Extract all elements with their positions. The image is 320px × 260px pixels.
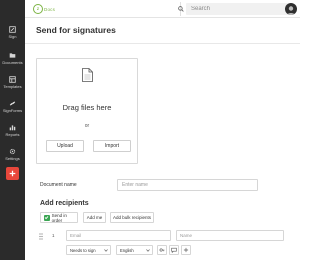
- plus-icon: [183, 247, 189, 253]
- send-in-order-toggle[interactable]: Send in order: [40, 212, 78, 223]
- top-bar: Z Docs: [25, 0, 300, 18]
- check-icon: [44, 216, 49, 220]
- logo-text: Docs: [44, 6, 56, 12]
- chevron-down-icon: [146, 249, 150, 252]
- add-new-button[interactable]: [6, 167, 19, 180]
- sidebar-item-label: Settings: [5, 155, 20, 161]
- recipient-settings-button[interactable]: [157, 245, 167, 255]
- recipient-message-button[interactable]: [169, 245, 179, 255]
- search-box[interactable]: [186, 3, 290, 15]
- document-name-label: Document name: [40, 182, 77, 188]
- recipient-number: 1: [52, 233, 55, 238]
- import-button[interactable]: Import: [93, 140, 131, 152]
- recipient-name-input[interactable]: [176, 230, 284, 241]
- add-recipients-title: Add recipients: [40, 200, 89, 207]
- logo-mark-icon: Z: [33, 4, 43, 14]
- checkbox-checked[interactable]: [44, 214, 50, 221]
- key-icon: [159, 248, 165, 252]
- sidebar-item-label: SignForms: [2, 107, 23, 113]
- app-logo[interactable]: Z Docs: [33, 4, 55, 14]
- chevron-down-icon: [104, 249, 108, 252]
- sidebar-item-label: Documents: [2, 59, 23, 65]
- search-input[interactable]: [191, 4, 286, 14]
- recipient-role-select[interactable]: Needs to sign: [66, 245, 111, 255]
- folder-icon: [9, 52, 16, 58]
- drag-handle-icon[interactable]: [39, 233, 43, 240]
- app-window: Sign Documents Templates SignForms Repor…: [0, 0, 300, 260]
- sidebar-item-templates[interactable]: Templates: [0, 72, 25, 92]
- sidebar-item-signforms[interactable]: SignForms: [0, 96, 25, 116]
- add-bulk-recipients-button[interactable]: Add bulk recipients: [110, 212, 154, 223]
- sidebar-item-reports[interactable]: Reports: [0, 120, 25, 140]
- template-icon: [9, 75, 16, 83]
- gear-icon: [9, 148, 16, 154]
- document-name-input[interactable]: [117, 179, 258, 191]
- sidebar-item-label: Sign: [8, 33, 17, 39]
- link-icon: [9, 101, 16, 105]
- recipient-email-input[interactable]: [66, 230, 171, 241]
- sidebar: Sign Documents Templates SignForms Repor…: [0, 0, 25, 260]
- recipient-language-value: English: [120, 247, 134, 253]
- file-drop-zone[interactable]: Drag files here or Upload Import: [36, 58, 138, 164]
- recipient-more-button[interactable]: [181, 245, 191, 255]
- avatar[interactable]: [285, 3, 297, 15]
- sidebar-item-documents[interactable]: Documents: [0, 48, 25, 68]
- document-icon: [82, 68, 93, 82]
- divider: [25, 43, 300, 44]
- add-me-button[interactable]: Add me: [83, 212, 106, 223]
- drag-files-text: Drag files here: [62, 103, 112, 112]
- page-title: Send for signatures: [36, 25, 116, 35]
- message-icon: [171, 247, 177, 253]
- upload-button[interactable]: Upload: [46, 140, 84, 152]
- recipient-row: 1 Needs to sign English: [38, 229, 284, 260]
- user-icon: [286, 6, 296, 15]
- recipient-role-value: Needs to sign: [70, 247, 96, 253]
- search-icon: [178, 6, 184, 12]
- recipient-language-select[interactable]: English: [116, 245, 153, 255]
- sidebar-item-label: Templates: [3, 83, 22, 89]
- sidebar-item-sign[interactable]: Sign: [0, 22, 25, 42]
- sidebar-item-settings[interactable]: Settings: [0, 144, 25, 164]
- or-text: or: [84, 123, 90, 129]
- send-in-order-label: Send in order: [51, 212, 67, 223]
- plus-icon: [9, 170, 16, 177]
- sidebar-item-label: Reports: [5, 131, 20, 137]
- bar-chart-icon: [9, 124, 16, 130]
- pen-icon: [9, 25, 16, 33]
